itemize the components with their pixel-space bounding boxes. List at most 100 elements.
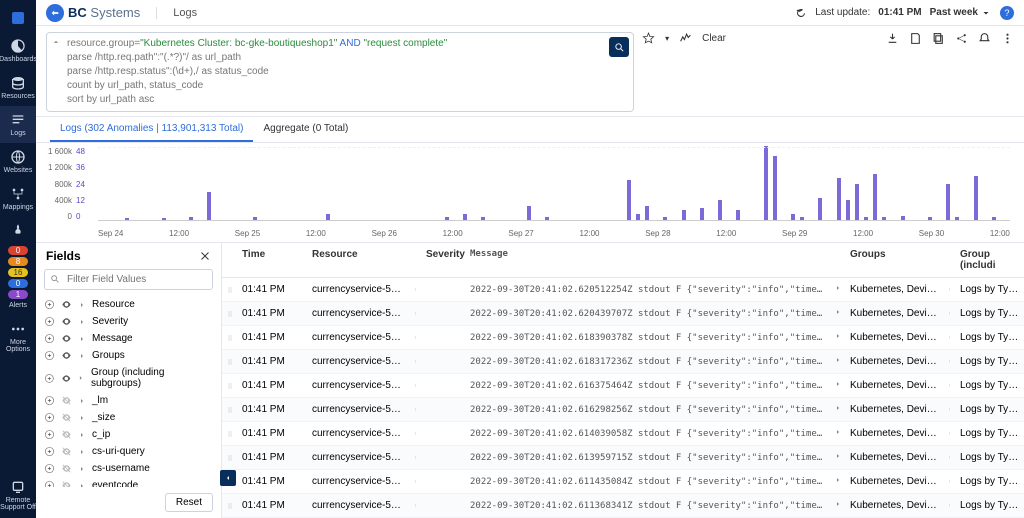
help-icon[interactable]: ? — [1000, 6, 1014, 20]
field-item[interactable]: Severity — [36, 313, 221, 330]
drag-handle-icon[interactable] — [222, 426, 238, 442]
anomaly-icon[interactable] — [679, 32, 692, 45]
expand-row-icon[interactable] — [830, 376, 846, 395]
chart-bar[interactable] — [326, 214, 330, 220]
chart-bar[interactable] — [773, 156, 777, 220]
chart-bar[interactable] — [162, 218, 166, 220]
row-menu-icon[interactable] — [942, 404, 956, 415]
row-menu-icon[interactable] — [942, 380, 956, 391]
table-row[interactable]: 01:41 PMcurrencyservice-576f4...2022-09-… — [222, 350, 1024, 374]
row-menu-icon[interactable] — [942, 452, 956, 463]
chart-bar[interactable] — [527, 206, 531, 220]
row-menu-icon[interactable] — [408, 356, 422, 367]
nav-resources[interactable]: Resources — [0, 69, 36, 106]
time-range-selector[interactable]: Past week — [930, 7, 992, 19]
star-chevron-icon[interactable]: ▾ — [665, 34, 669, 43]
field-item[interactable]: cs-uri-query — [36, 443, 221, 460]
table-row[interactable]: 01:41 PMcurrencyservice-576f4...2022-09-… — [222, 470, 1024, 494]
menu-kebab-icon[interactable] — [1001, 32, 1014, 45]
chart-bar[interactable] — [800, 217, 804, 220]
chart-bar[interactable] — [901, 216, 905, 220]
drag-handle-icon[interactable] — [222, 330, 238, 346]
chart-bar[interactable] — [974, 176, 978, 220]
row-menu-icon[interactable] — [408, 332, 422, 343]
chart-bar[interactable] — [837, 178, 841, 220]
nav-alerts[interactable] — [0, 217, 36, 245]
row-menu-icon[interactable] — [408, 500, 422, 511]
field-filter-input[interactable] — [44, 269, 213, 290]
chart-plot[interactable] — [98, 147, 1010, 221]
share-icon[interactable] — [955, 32, 968, 45]
copy-icon[interactable] — [932, 32, 945, 45]
badge-warn[interactable]: 16 — [8, 268, 28, 277]
table-row[interactable]: 01:41 PMcurrencyservice-576f4...2022-09-… — [222, 494, 1024, 518]
expand-row-icon[interactable] — [830, 400, 846, 419]
drag-handle-icon[interactable] — [222, 402, 238, 418]
row-menu-icon[interactable] — [408, 284, 422, 295]
row-menu-icon[interactable] — [942, 332, 956, 343]
expand-row-icon[interactable] — [830, 496, 846, 515]
chart-bar[interactable] — [882, 217, 886, 220]
field-item[interactable]: cs-username — [36, 460, 221, 477]
badge-info[interactable]: 0 — [8, 279, 28, 288]
field-item[interactable]: _size — [36, 409, 221, 426]
nav-logo[interactable] — [0, 4, 36, 32]
chart-bar[interactable] — [125, 218, 129, 220]
refresh-icon[interactable] — [795, 7, 807, 19]
chart-bar[interactable] — [946, 184, 950, 220]
drag-handle-icon[interactable] — [222, 282, 238, 298]
table-row[interactable]: 01:41 PMcurrencyservice-576f4...2022-09-… — [222, 398, 1024, 422]
row-menu-icon[interactable] — [942, 284, 956, 295]
chart-bar[interactable] — [791, 214, 795, 220]
chart-bar[interactable] — [645, 206, 649, 220]
th-groups[interactable]: Groups — [846, 243, 942, 277]
expand-row-icon[interactable] — [830, 304, 846, 323]
th-time[interactable]: Time — [238, 243, 308, 277]
drag-handle-icon[interactable] — [222, 450, 238, 466]
chart-bar[interactable] — [928, 217, 932, 220]
drag-handle-icon[interactable] — [222, 498, 238, 514]
table-row[interactable]: 01:41 PMcurrencyservice-576f4...2022-09-… — [222, 278, 1024, 302]
row-menu-icon[interactable] — [408, 428, 422, 439]
row-menu-icon[interactable] — [408, 404, 422, 415]
query-input[interactable]: resource.group="Kubernetes Cluster: bc-g… — [46, 32, 634, 112]
collapse-fields-handle[interactable] — [220, 470, 236, 486]
chart-bar[interactable] — [873, 174, 877, 220]
row-menu-icon[interactable] — [942, 428, 956, 439]
expand-row-icon[interactable] — [830, 472, 846, 491]
chart-bar[interactable] — [207, 192, 211, 220]
row-menu-icon[interactable] — [408, 308, 422, 319]
row-menu-icon[interactable] — [942, 308, 956, 319]
table-row[interactable]: 01:41 PMcurrencyservice-576f4...2022-09-… — [222, 302, 1024, 326]
close-icon[interactable] — [199, 250, 211, 262]
chart-bar[interactable] — [682, 210, 686, 220]
row-menu-icon[interactable] — [942, 356, 956, 367]
badge-debug[interactable]: 1 — [8, 290, 28, 299]
chart-bar[interactable] — [463, 214, 467, 220]
drag-handle-icon[interactable] — [222, 306, 238, 322]
save-icon[interactable] — [909, 32, 922, 45]
tab-aggregate[interactable]: Aggregate (0 Total) — [253, 117, 358, 142]
chart-bar[interactable] — [736, 210, 740, 220]
drag-handle-icon[interactable] — [222, 378, 238, 394]
th-groupinc[interactable]: Group (includi — [956, 243, 1024, 277]
chart-bar[interactable] — [992, 217, 996, 220]
nav-dashboards[interactable]: Dashboards — [0, 32, 36, 69]
download-icon[interactable] — [886, 32, 899, 45]
field-item[interactable]: Groups — [36, 347, 221, 364]
field-item[interactable]: eventcode — [36, 477, 221, 487]
th-message[interactable]: Message — [466, 243, 830, 277]
field-item[interactable]: Resource — [36, 296, 221, 313]
nav-websites[interactable]: Websites — [0, 143, 36, 180]
chart-bar[interactable] — [818, 198, 822, 220]
nav-mappings[interactable]: Mappings — [0, 180, 36, 217]
th-severity[interactable]: Severity — [422, 243, 466, 277]
chart-bar[interactable] — [855, 184, 859, 220]
breadcrumb[interactable]: Logs — [156, 7, 197, 19]
th-resource[interactable]: Resource — [308, 243, 408, 277]
chart-bar[interactable] — [636, 214, 640, 220]
row-menu-icon[interactable] — [942, 476, 956, 487]
chart-bar[interactable] — [253, 217, 257, 220]
chart-bar[interactable] — [445, 217, 449, 220]
chart-bar[interactable] — [955, 217, 959, 220]
